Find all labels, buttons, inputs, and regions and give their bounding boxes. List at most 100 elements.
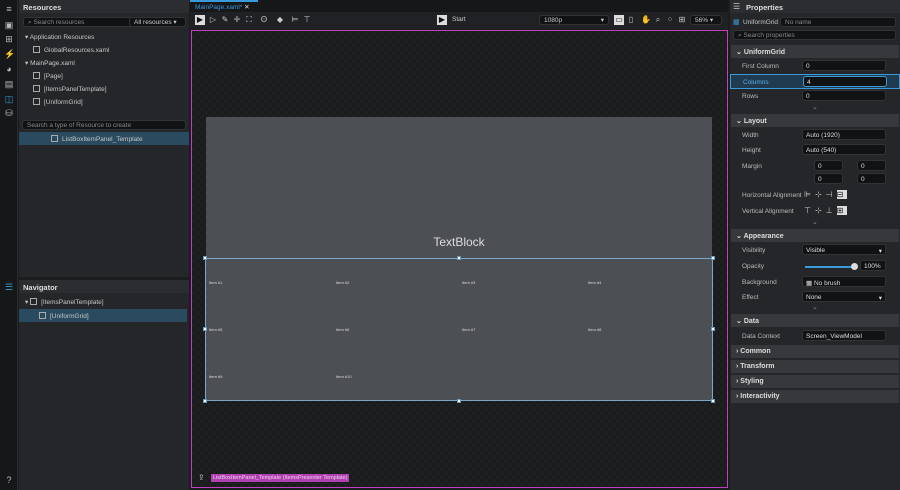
properties-search[interactable]: ⌕ Search properties — [733, 30, 896, 40]
opacity-slider-thumb[interactable] — [851, 263, 858, 270]
start-icon[interactable]: ▶ — [437, 15, 447, 25]
section-appearance[interactable]: ⌄ Appearance — [731, 229, 899, 242]
expand-icon[interactable]: ⌄ — [812, 218, 818, 226]
start-label[interactable]: Start — [452, 16, 466, 23]
width-input[interactable]: Auto (1920) — [802, 129, 886, 140]
media-icon[interactable]: ▤ — [4, 79, 14, 89]
opacity-slider[interactable] — [805, 266, 855, 268]
resize-handle[interactable] — [457, 256, 461, 260]
resize-handle[interactable] — [457, 399, 461, 403]
design-canvas[interactable]: TextBlock Item #1 Item #2 Item #3 Item #… — [191, 30, 728, 488]
zoom-icon[interactable]: ⌕ — [653, 15, 663, 25]
select-tool-icon[interactable]: ▶ — [195, 15, 205, 25]
direct-select-icon[interactable]: ▷ — [208, 15, 218, 25]
grid-icon — [33, 98, 40, 105]
margin-left-input[interactable]: 0 — [814, 160, 843, 171]
help-icon[interactable]: ? — [4, 475, 14, 485]
rows-input[interactable]: 0 — [802, 90, 886, 101]
landscape-icon[interactable]: ▭ — [614, 15, 624, 25]
resize-handle[interactable] — [203, 399, 207, 403]
textblock[interactable]: TextBlock — [206, 235, 712, 249]
resize-handle[interactable] — [203, 256, 207, 260]
resolution-dropdown[interactable]: 1080p ▾ — [539, 15, 609, 25]
resource-list-item[interactable]: ListBoxItemPanel_Template — [19, 132, 189, 145]
resize-handle[interactable] — [711, 327, 715, 331]
prop-visibility: Visibility Visible ▾ — [730, 243, 900, 258]
label: [UniformGrid] — [50, 313, 89, 320]
zoom-dropdown[interactable]: 56% ▾ — [690, 15, 722, 25]
tree-item-uniformgrid[interactable]: [UniformGrid] — [33, 98, 83, 106]
nav-item-itemspaneltemplate[interactable]: ▾ [ItemsPanelTemplate] — [25, 298, 104, 306]
resize-handle[interactable] — [203, 327, 207, 331]
expand-icon[interactable]: ⌄ — [812, 303, 818, 311]
label: Visibility — [742, 247, 766, 254]
halign-icons[interactable]: ⊫⊹⊣⊟ — [804, 190, 848, 199]
align-left-icon[interactable]: ⊨ — [290, 15, 300, 25]
database-icon[interactable]: ⛁ — [4, 108, 14, 118]
label: Application Resources — [29, 34, 95, 41]
tree-item-global-resources[interactable]: GlobalResources.xaml — [33, 46, 109, 54]
nav-item-uniformgrid[interactable]: [UniformGrid] — [19, 309, 187, 322]
grid-item: Item #8 — [588, 327, 602, 332]
tree-item-mainpage[interactable]: ▾ MainPage.xaml — [25, 59, 75, 67]
label: Opacity — [742, 263, 765, 270]
section-layout[interactable]: ⌄ Layout — [731, 114, 899, 127]
fill-icon[interactable]: ◆ — [275, 15, 285, 25]
template-breadcrumb[interactable]: ListBoxItemPanel_Template (ItemsPresente… — [211, 474, 350, 482]
pan-icon[interactable]: ✋ — [641, 15, 651, 25]
resources-search[interactable]: ⌕ Search resources — [23, 17, 145, 27]
align-top-icon[interactable]: ⊤ — [302, 15, 312, 25]
tree-item-page[interactable]: [Page] — [33, 72, 63, 80]
properties-title: Properties — [730, 0, 900, 13]
background-brush[interactable]: ▩ No brush — [802, 276, 886, 287]
visibility-dropdown[interactable]: Visible ▾ — [802, 244, 886, 255]
move-tool-icon[interactable]: ✛ — [232, 15, 242, 25]
section-data[interactable]: ⌄ Data — [731, 314, 899, 327]
section-common[interactable]: › Common — [731, 345, 899, 358]
add-icon[interactable]: ⊞ — [4, 34, 14, 44]
grid-item: Item #3 — [462, 280, 476, 285]
menu-icon[interactable]: ≡ — [4, 4, 14, 14]
pen-tool-icon[interactable]: ✎ — [220, 15, 230, 25]
section-uniformgrid[interactable]: ⌄ UniformGrid — [731, 45, 899, 58]
data-context-input[interactable]: Screen_ViewModel — [802, 330, 886, 341]
lasso-icon[interactable]: ʘ — [259, 15, 269, 25]
section-transform[interactable]: › Transform — [731, 360, 899, 373]
expand-icon[interactable]: ⌄ — [812, 103, 818, 111]
assets-icon[interactable]: ▣ — [4, 20, 14, 30]
name-input[interactable]: No name — [780, 17, 896, 27]
margin-top-input[interactable]: 0 — [814, 173, 843, 184]
valign-icons[interactable]: ⊤⊹⊥⊞ — [804, 206, 848, 215]
tab-mainpage[interactable]: MainPage.xaml* ✕ — [190, 0, 258, 12]
resize-handle[interactable] — [711, 256, 715, 260]
resources-icon[interactable]: ◫ — [4, 94, 14, 104]
navigator-icon[interactable]: ☰ — [4, 282, 14, 292]
margin-bottom-input[interactable]: 0 — [857, 173, 886, 184]
upload-icon[interactable]: ⇪ — [198, 473, 205, 482]
label: First Column — [742, 63, 779, 70]
create-resource-input[interactable]: Search a type of Resource to create — [22, 120, 186, 130]
fit-icon[interactable]: ⁘ — [665, 15, 675, 25]
section-title: Appearance — [743, 233, 784, 240]
portrait-icon[interactable]: ▯ — [626, 15, 636, 25]
lightning-icon[interactable]: ⚡ — [4, 49, 15, 59]
section-styling[interactable]: › Styling — [731, 375, 899, 388]
resources-filter-dropdown[interactable]: All resources ▾ — [129, 17, 186, 27]
transform-tool-icon[interactable]: ⛶ — [244, 15, 254, 25]
activity-rail: ≡ ▣ ⊞ ⚡ ◕ ▤ ◫ ⛁ ☰ ? — [0, 0, 18, 490]
first-column-input[interactable]: 0 — [802, 60, 886, 71]
tree-item-itemspaneltemplate[interactable]: [ItemsPanelTemplate] — [33, 85, 107, 93]
tree-item-app-resources[interactable]: ▾ Application Resources — [25, 33, 94, 41]
opacity-input[interactable]: 100% — [860, 260, 886, 271]
label: [UniformGrid] — [44, 99, 83, 106]
columns-input[interactable]: 4 — [803, 76, 887, 87]
uniformgrid-selection[interactable]: Item #1 Item #2 Item #3 Item #4 Item #5 … — [203, 256, 715, 403]
height-input[interactable]: Auto (540) — [802, 144, 886, 155]
resize-handle[interactable] — [711, 399, 715, 403]
fullscreen-icon[interactable]: ⊞ — [677, 15, 687, 25]
margin-right-input[interactable]: 0 — [857, 160, 886, 171]
effect-dropdown[interactable]: None ▾ — [802, 291, 886, 302]
section-interactivity[interactable]: › Interactivity — [731, 390, 899, 403]
palette-icon[interactable]: ◕ — [4, 64, 14, 74]
close-icon[interactable]: ✕ — [244, 4, 249, 11]
